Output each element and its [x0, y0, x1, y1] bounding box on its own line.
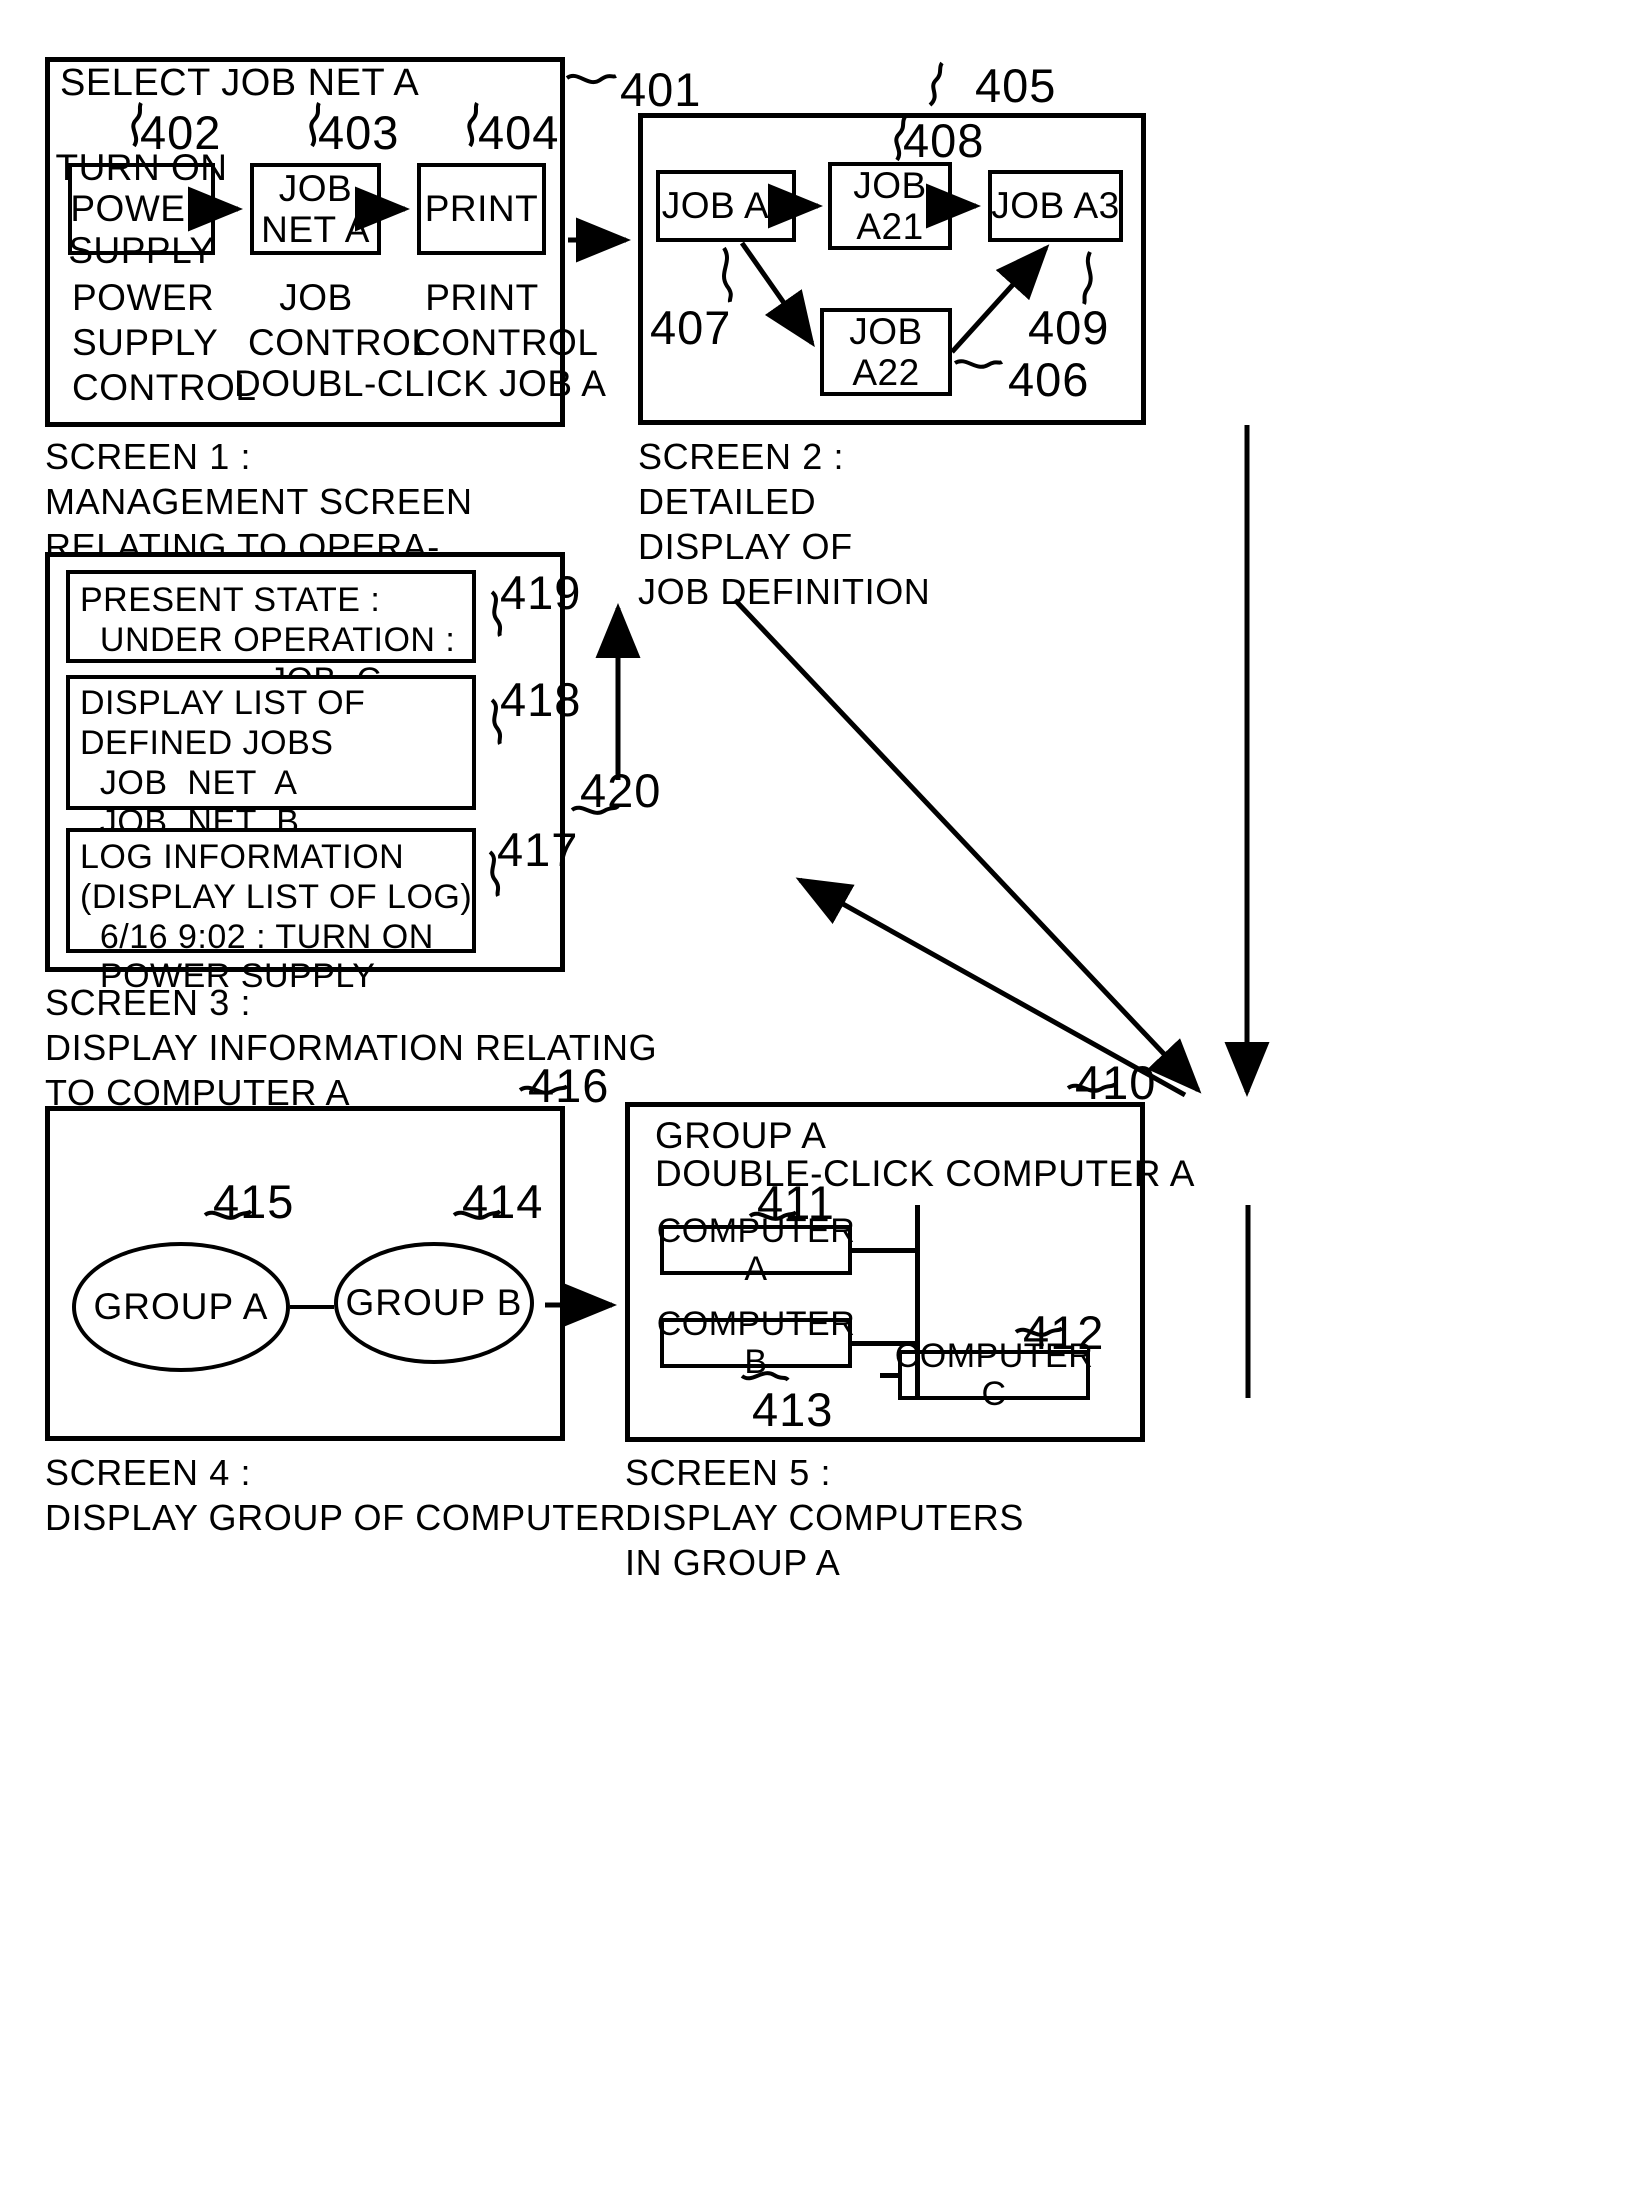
ref-413: 413 — [752, 1383, 834, 1436]
ref-416: 416 — [528, 1059, 610, 1112]
ref-411: 411 — [757, 1176, 835, 1229]
screen-4-group-a[interactable]: GROUP A — [72, 1242, 290, 1372]
screen-2-job-a3-label: JOB A3 — [991, 185, 1120, 227]
leader-405 — [928, 61, 944, 107]
ref-412: 412 — [1023, 1306, 1105, 1359]
patent-figure: SELECT JOB NET A TURN ON POWER SUPPLY JO… — [0, 0, 1645, 2211]
screen-4-group-b-label: GROUP B — [345, 1282, 523, 1323]
ref-406: 406 — [1008, 353, 1090, 406]
ref-414: 414 — [462, 1175, 544, 1228]
screen-3-panel-present-state[interactable]: PRESENT STATE : UNDER OPERATION : JOB C — [66, 570, 476, 699]
screen-2-job-a1-label: JOB A1 — [661, 185, 791, 227]
screen-1-caption-printcontrol: PRINT CONTROL — [414, 277, 599, 364]
screen-5-stub-a — [852, 1248, 918, 1253]
ref-418: 418 — [500, 673, 582, 726]
ref-404: 404 — [478, 106, 560, 159]
screen-1-box-power-label: TURN ON POWER SUPPLY — [55, 146, 228, 271]
screen-1-caption-jobcontrol: JOB CONTROL — [248, 277, 433, 364]
screen-2-job-a3[interactable]: JOB A3 — [988, 170, 1123, 242]
screen-5-vertical-bus-bar — [915, 1205, 920, 1400]
screen-5-computer-b-label: COMPUTER B — [656, 1304, 856, 1381]
screen-1-box-print-label: PRINT — [424, 188, 539, 230]
screen-1-box-jobnet[interactable]: JOB NET A — [250, 163, 381, 255]
screen-1-box-power[interactable]: TURN ON POWER SUPPLY — [55, 147, 227, 271]
ref-408: 408 — [903, 114, 985, 167]
leader-401 — [565, 74, 617, 84]
ref-410: 410 — [1075, 1056, 1157, 1109]
screen-4-group-b[interactable]: GROUP B — [334, 1242, 534, 1364]
screen-1-box-print[interactable]: PRINT — [417, 163, 546, 255]
screen-1-caption-power: POWER SUPPLY CONTROL — [72, 277, 257, 409]
screen-2-job-a21-label: JOB A21 — [853, 164, 927, 247]
screen-3-panel-log-info[interactable]: LOG INFORMATION (DISPLAY LIST OF LOG) 6/… — [66, 828, 476, 995]
screen-2-job-a22-label: JOB A22 — [849, 310, 923, 393]
ref-417: 417 — [497, 823, 579, 876]
ref-419: 419 — [500, 566, 582, 619]
screen-5-header-hint: DOUBLE-CLICK COMPUTER A — [655, 1153, 1195, 1194]
screen-5-computer-b[interactable]: COMPUTER B — [657, 1305, 855, 1381]
screen-5-stub-b — [852, 1341, 918, 1346]
ref-401: 401 — [620, 63, 702, 116]
ref-409: 409 — [1028, 301, 1110, 354]
ref-420: 420 — [580, 764, 662, 817]
screen-2-job-a21[interactable]: JOB A21 — [828, 162, 952, 250]
ref-415: 415 — [213, 1175, 295, 1228]
screen-5-stub-c — [880, 1373, 902, 1378]
screen-1-doubleclick-hint: DOUBL-CLICK JOB A — [234, 363, 607, 404]
screen-2-job-a22[interactable]: JOB A22 — [820, 308, 952, 396]
screen-5-header-group: GROUP A — [655, 1115, 827, 1156]
screen-3-panel-log-info-text: LOG INFORMATION (DISPLAY LIST OF LOG) 6/… — [80, 838, 473, 996]
screen-4-caption: SCREEN 4 : DISPLAY GROUP OF COMPUTER — [45, 1452, 627, 1538]
screen-5-computer-a[interactable]: COMPUTER A — [657, 1212, 855, 1288]
ref-405: 405 — [975, 59, 1057, 112]
screen-2-caption: SCREEN 2 : DETAILED DISPLAY OF JOB DEFIN… — [638, 436, 931, 612]
screen-4-group-a-label: GROUP A — [93, 1286, 269, 1327]
screen-2-job-a1[interactable]: JOB A1 — [656, 170, 796, 242]
ref-402: 402 — [140, 106, 222, 159]
ref-407: 407 — [650, 301, 732, 354]
screen-3-panel-defined-jobs[interactable]: DISPLAY LIST OF DEFINED JOBS JOB NET A J… — [66, 675, 476, 881]
screen-1-box-jobnet-label: JOB NET A — [261, 167, 370, 250]
screen-1-header: SELECT JOB NET A — [60, 62, 420, 104]
screen-5-caption: SCREEN 5 : DISPLAY COMPUTERS IN GROUP A — [625, 1452, 1024, 1583]
ref-403: 403 — [318, 106, 400, 159]
arrow-screen1-to-screen5 — [733, 598, 1202, 1094]
